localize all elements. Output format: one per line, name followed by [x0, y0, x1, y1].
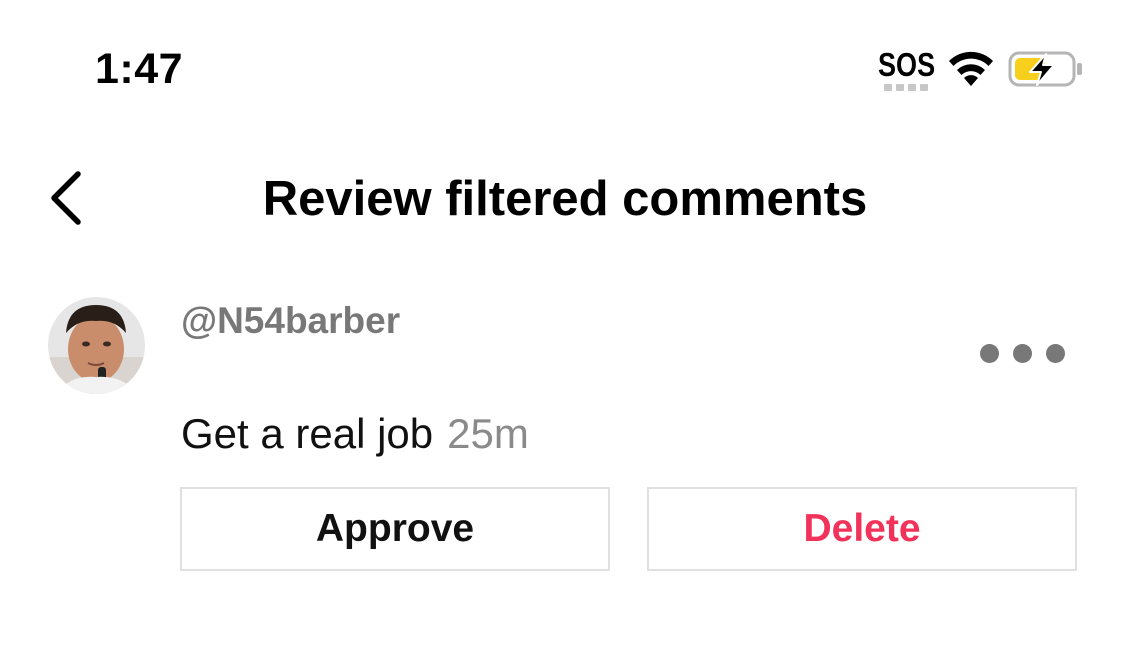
- sos-label: SOS: [878, 46, 936, 83]
- comment-body: Get a real job 25m: [181, 410, 529, 458]
- page-title: Review filtered comments: [262, 172, 868, 226]
- wifi-icon: [949, 51, 993, 86]
- approve-button[interactable]: Approve: [180, 487, 610, 571]
- battery-charging-icon: [1008, 51, 1082, 87]
- status-time: 1:47: [95, 45, 184, 93]
- sos-indicator: SOS: [878, 46, 936, 94]
- more-options-icon[interactable]: [972, 335, 1072, 371]
- delete-button[interactable]: Delete: [647, 487, 1077, 571]
- comment-text: Get a real job: [181, 410, 434, 457]
- comment-timestamp: 25m: [447, 410, 529, 457]
- comment-username[interactable]: @N54barber: [181, 299, 400, 343]
- avatar[interactable]: [48, 297, 145, 394]
- signal-dots-icon: [884, 84, 928, 91]
